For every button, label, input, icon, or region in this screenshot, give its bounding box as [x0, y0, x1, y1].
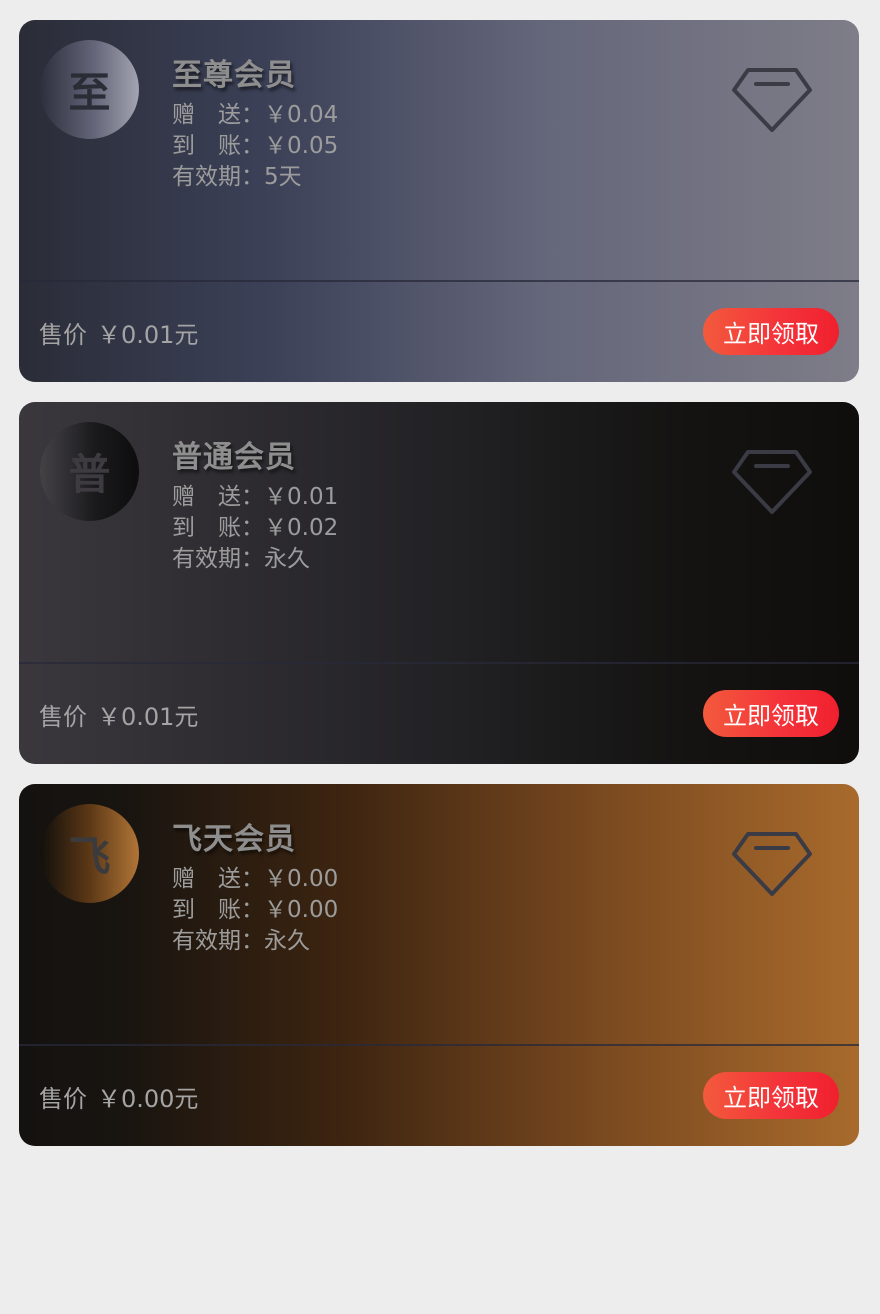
validity-row: 有效期：永久 [172, 544, 310, 575]
validity-label: 有效期： [172, 928, 264, 954]
credited-value: ￥0.02 [264, 515, 339, 541]
gift-row: 赠 送：￥0.04 [172, 100, 338, 131]
price-value: ￥0.01元 [97, 703, 199, 731]
diamond-icon [732, 450, 812, 514]
gift-label: 赠 送： [172, 484, 264, 510]
credited-label: 到 账： [172, 897, 264, 923]
diamond-icon [732, 68, 812, 132]
gift-value: ￥0.01 [264, 484, 339, 510]
credited-row: 到 账：￥0.00 [172, 895, 338, 926]
validity-value: 永久 [264, 928, 310, 954]
membership-avatar: 飞 [40, 804, 139, 903]
validity-row: 有效期：5天 [172, 162, 302, 193]
credited-row: 到 账：￥0.05 [172, 131, 338, 162]
price-label: 售价 [39, 703, 87, 731]
credited-label: 到 账： [172, 133, 264, 159]
membership-title: 普通会员 [172, 440, 296, 475]
price-row: 售价 ￥0.00元 [39, 1079, 198, 1114]
card-divider [19, 662, 859, 664]
credited-value: ￥0.05 [264, 133, 339, 159]
claim-button[interactable]: 立即领取 [703, 308, 839, 355]
credited-label: 到 账： [172, 515, 264, 541]
credited-row: 到 账：￥0.02 [172, 513, 338, 544]
claim-button[interactable]: 立即领取 [703, 690, 839, 737]
price-value: ￥0.01元 [97, 321, 199, 349]
gift-label: 赠 送： [172, 102, 264, 128]
validity-value: 5天 [264, 164, 302, 190]
membership-title: 至尊会员 [172, 58, 296, 93]
gift-value: ￥0.04 [264, 102, 339, 128]
claim-button[interactable]: 立即领取 [703, 1072, 839, 1119]
card-divider [19, 280, 859, 282]
price-label: 售价 [39, 1085, 87, 1113]
price-label: 售价 [39, 321, 87, 349]
membership-card-feitian: 飞 飞天会员 赠 送：￥0.00 到 账：￥0.00 有效期：永久 售价 ￥0.0… [19, 784, 859, 1146]
diamond-icon [732, 832, 812, 896]
membership-card-supreme: 至 至尊会员 赠 送：￥0.04 到 账：￥0.05 有效期：5天 售价 ￥0.0… [19, 20, 859, 382]
card-divider [19, 1044, 859, 1046]
gift-label: 赠 送： [172, 866, 264, 892]
membership-avatar: 至 [40, 40, 139, 139]
price-value: ￥0.00元 [97, 1085, 199, 1113]
validity-label: 有效期： [172, 164, 264, 190]
membership-card-standard: 普 普通会员 赠 送：￥0.01 到 账：￥0.02 有效期：永久 售价 ￥0.0… [19, 402, 859, 764]
membership-title: 飞天会员 [172, 822, 296, 857]
gift-row: 赠 送：￥0.01 [172, 482, 338, 513]
credited-value: ￥0.00 [264, 897, 339, 923]
membership-card-list: 至 至尊会员 赠 送：￥0.04 到 账：￥0.05 有效期：5天 售价 ￥0.0… [0, 0, 880, 1314]
membership-avatar: 普 [40, 422, 139, 521]
gift-row: 赠 送：￥0.00 [172, 864, 338, 895]
validity-label: 有效期： [172, 546, 264, 572]
price-row: 售价 ￥0.01元 [39, 697, 198, 732]
validity-value: 永久 [264, 546, 310, 572]
price-row: 售价 ￥0.01元 [39, 315, 198, 350]
gift-value: ￥0.00 [264, 866, 339, 892]
validity-row: 有效期：永久 [172, 926, 310, 957]
